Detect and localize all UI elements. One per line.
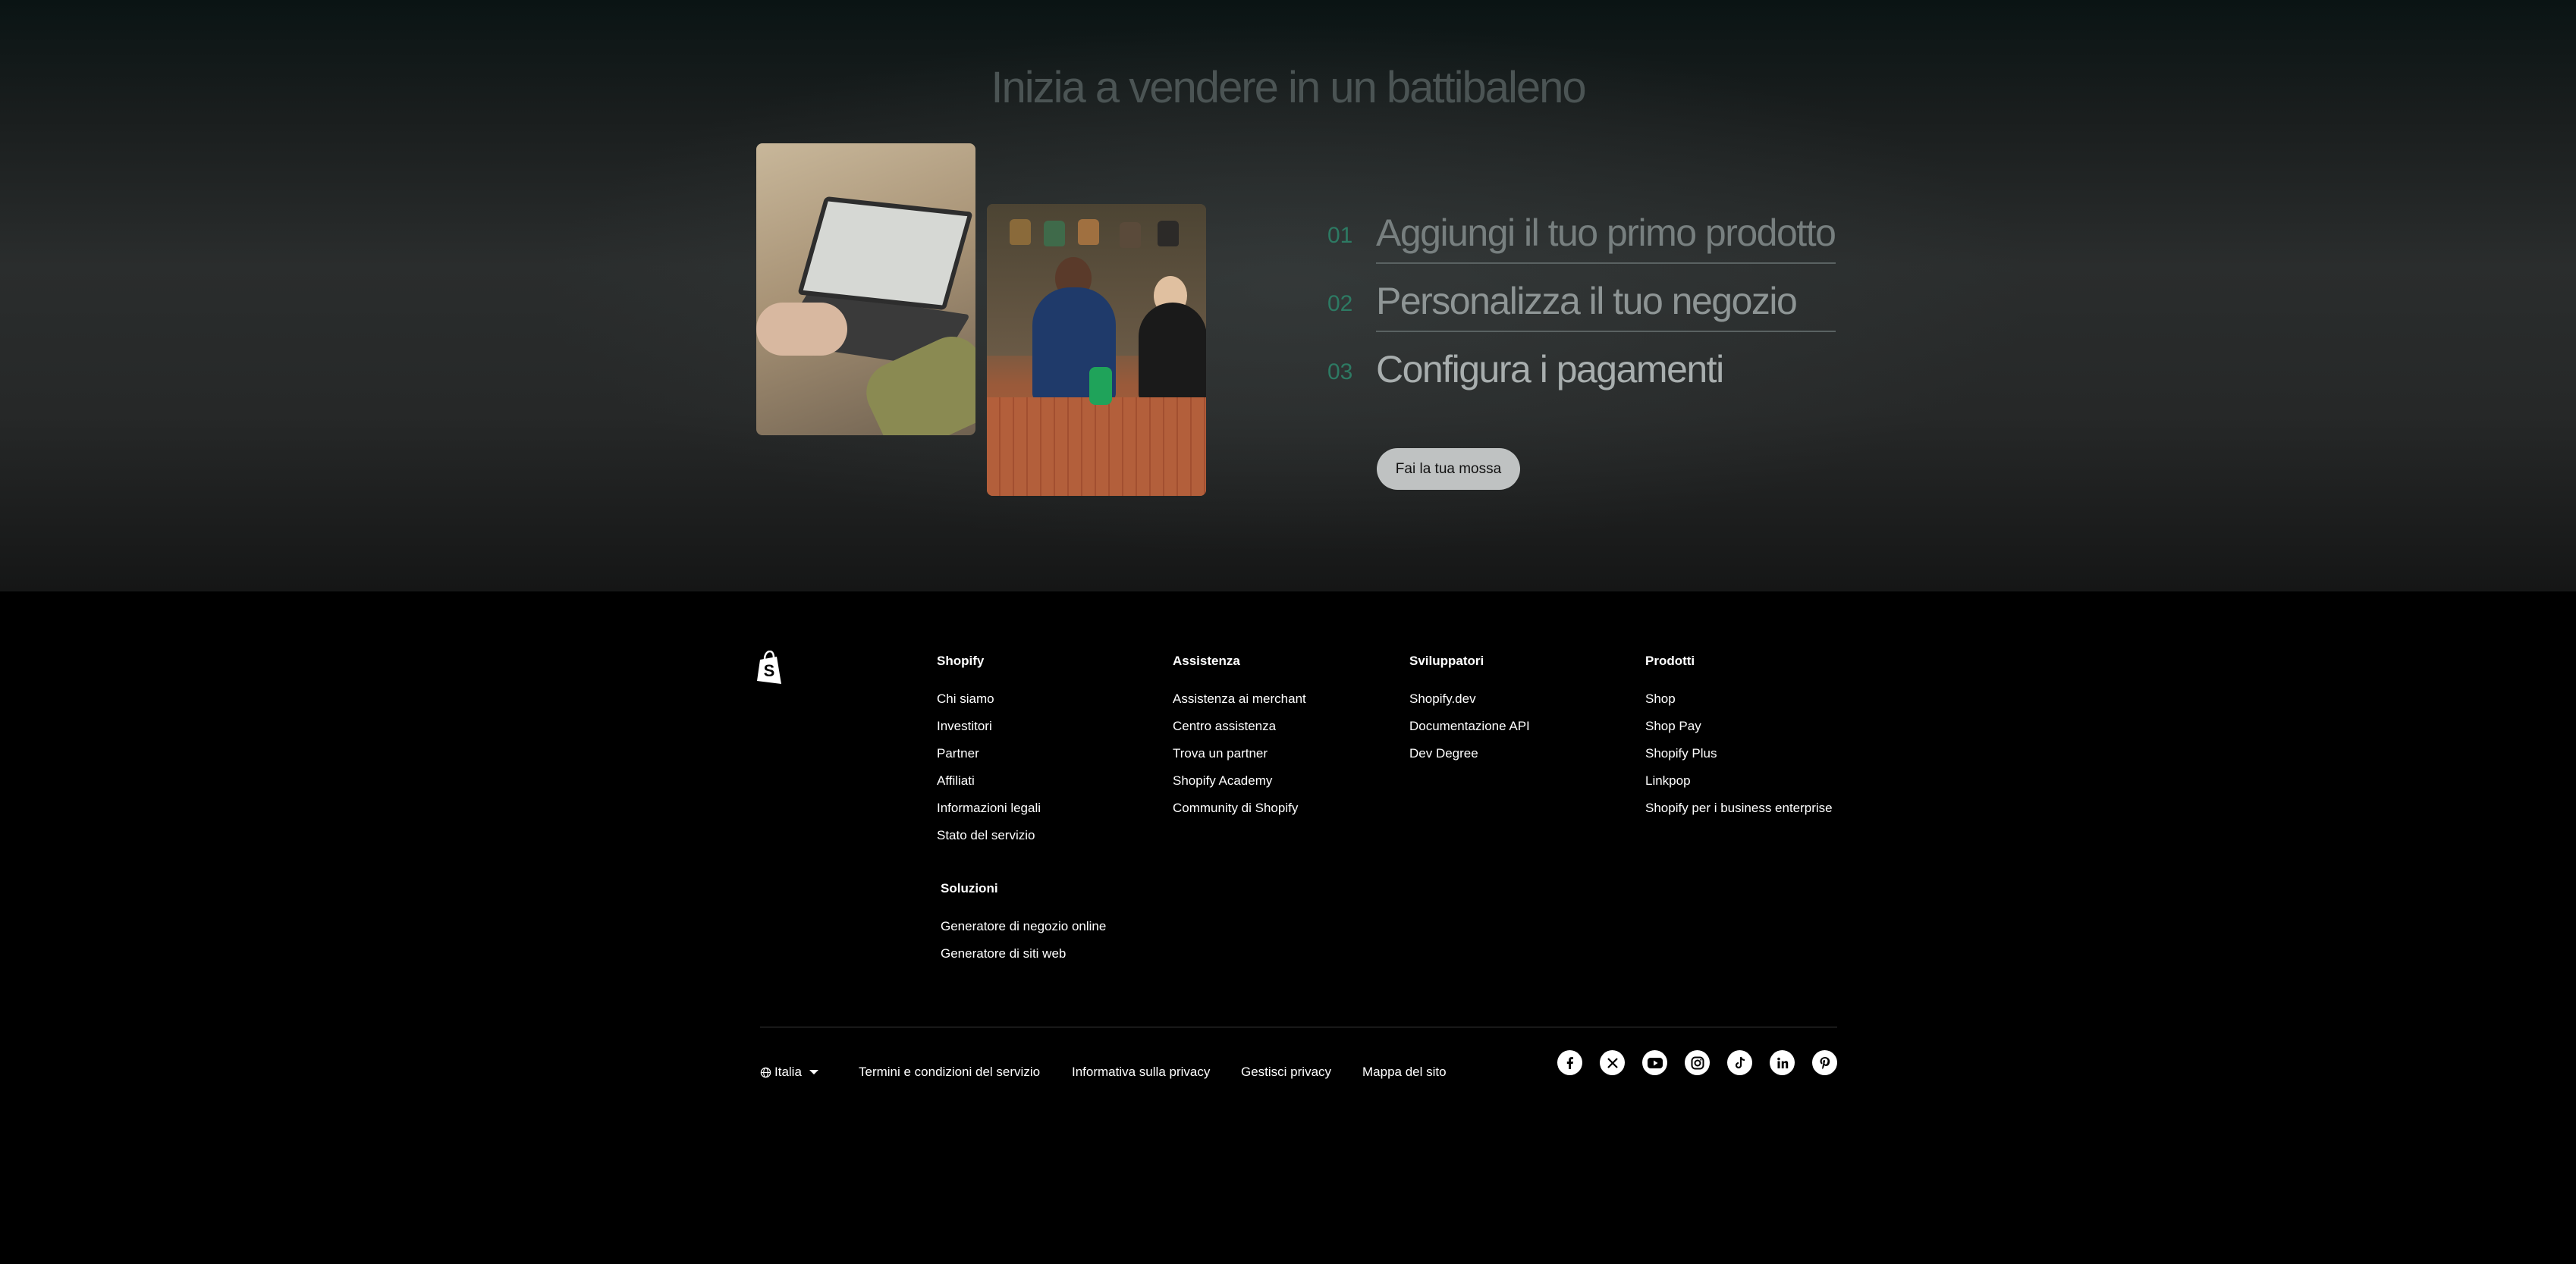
footer-column-title: Shopify <box>937 654 985 668</box>
sitemap-link[interactable]: Mappa del sito <box>1362 1065 1447 1080</box>
footer-link[interactable]: Documentazione API <box>1409 719 1530 746</box>
step-number: 01 <box>1327 223 1353 248</box>
laptop-photo <box>756 143 975 435</box>
footer-link[interactable]: Chi siamo <box>937 692 1041 719</box>
footer-link[interactable]: Investitori <box>937 719 1041 746</box>
step-2[interactable]: 02 Personalizza il tuo negozio <box>1327 273 1836 341</box>
step-label: Aggiungi il tuo primo prodotto <box>1376 212 1836 254</box>
step-1[interactable]: 01 Aggiungi il tuo primo prodotto <box>1327 205 1836 273</box>
footer-link[interactable]: Partner <box>937 746 1041 773</box>
footer-link[interactable]: Dev Degree <box>1409 746 1530 773</box>
footer-link[interactable]: Trova un partner <box>1173 746 1306 773</box>
footer-link[interactable]: Centro assistenza <box>1173 719 1306 746</box>
footer-column-assistenza: Assistenza Assistenza ai merchant Centro… <box>1173 654 1306 828</box>
footer-link[interactable]: Community di Shopify <box>1173 801 1306 828</box>
footer-column-prodotti: Prodotti Shop Shop Pay Shopify Plus Link… <box>1645 654 1833 828</box>
footer-column-title: Prodotti <box>1645 654 1695 668</box>
hero-section: Inizia a vendere in un battibaleno 01 Ag… <box>0 0 2576 591</box>
footer-link[interactable]: Shop <box>1645 692 1833 719</box>
footer-column-sviluppatori: Sviluppatori Shopify.dev Documentazione … <box>1409 654 1530 773</box>
footer-link[interactable]: Stato del servizio <box>937 828 1041 855</box>
footer-link[interactable]: Affiliati <box>937 773 1041 801</box>
tiktok-icon[interactable] <box>1727 1050 1752 1075</box>
footer-link[interactable]: Shopify per i business enterprise <box>1645 801 1833 828</box>
footer-column-title: Sviluppatori <box>1409 654 1484 668</box>
language-label: Italia <box>774 1065 802 1079</box>
pinterest-icon[interactable] <box>1812 1050 1837 1075</box>
manage-privacy-link[interactable]: Gestisci privacy <box>1241 1065 1331 1080</box>
footer-link[interactable]: Shopify Academy <box>1173 773 1306 801</box>
step-number: 02 <box>1327 291 1353 316</box>
shopify-logo-icon[interactable]: S <box>756 651 786 685</box>
footer-column-title: Assistenza <box>1173 654 1240 668</box>
language-selector[interactable]: Italia <box>760 1065 820 1080</box>
linkedin-icon[interactable] <box>1770 1050 1795 1075</box>
footer-link[interactable]: Shopify Plus <box>1645 746 1833 773</box>
svg-text:S: S <box>764 661 775 680</box>
step-divider <box>1376 262 1836 264</box>
setup-steps: 01 Aggiungi il tuo primo prodotto 02 Per… <box>1327 205 1836 409</box>
footer-link[interactable]: Generatore di siti web <box>941 946 1106 974</box>
footer-column-title: Soluzioni <box>941 881 998 895</box>
footer-link[interactable]: Shop Pay <box>1645 719 1833 746</box>
step-number: 03 <box>1327 359 1353 384</box>
terms-link[interactable]: Termini e condizioni del servizio <box>859 1065 1040 1080</box>
footer-link[interactable]: Assistenza ai merchant <box>1173 692 1306 719</box>
footer-column-shopify: Shopify Chi siamo Investitori Partner Af… <box>937 654 1041 855</box>
footer-column-soluzioni: Soluzioni Generatore di negozio online G… <box>941 881 1106 974</box>
footer-link[interactable]: Linkpop <box>1645 773 1833 801</box>
step-3[interactable]: 03 Configura i pagamenti <box>1327 341 1836 409</box>
step-divider <box>1376 331 1836 332</box>
privacy-policy-link[interactable]: Informativa sulla privacy <box>1072 1065 1210 1080</box>
facebook-icon[interactable] <box>1557 1050 1582 1075</box>
youtube-icon[interactable] <box>1642 1050 1667 1075</box>
globe-icon <box>760 1067 771 1077</box>
footer-link[interactable]: Shopify.dev <box>1409 692 1530 719</box>
x-icon[interactable] <box>1600 1050 1625 1075</box>
store-photo <box>987 204 1206 496</box>
step-label: Configura i pagamenti <box>1376 348 1724 390</box>
hero-title: Inizia a vendere in un battibaleno <box>991 63 1586 112</box>
footer-link[interactable]: Generatore di negozio online <box>941 919 1106 946</box>
footer-link[interactable]: Informazioni legali <box>937 801 1041 828</box>
cta-button[interactable]: Fai la tua mossa <box>1377 448 1520 490</box>
caret-down-icon <box>809 1070 818 1074</box>
step-label: Personalizza il tuo negozio <box>1376 280 1798 322</box>
instagram-icon[interactable] <box>1685 1050 1710 1075</box>
